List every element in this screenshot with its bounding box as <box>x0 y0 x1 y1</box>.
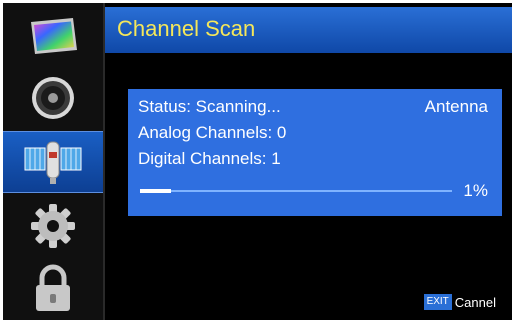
speaker-icon <box>32 77 74 119</box>
sidebar-item-setup[interactable] <box>3 195 103 257</box>
sidebar-item-channel[interactable] <box>3 131 103 193</box>
page-title: Channel Scan <box>117 16 256 41</box>
scan-progress-bar <box>140 189 452 193</box>
header-bar: Channel Scan <box>105 7 512 53</box>
digital-channels-text: Digital Channels: 1 <box>138 149 281 168</box>
sidebar-item-lock[interactable] <box>3 257 103 319</box>
exit-hint[interactable]: EXIT Cannel <box>423 294 496 310</box>
scan-status-panel: Status: Scanning... Antenna Analog Chann… <box>128 89 502 216</box>
sidebar-item-sound[interactable] <box>3 67 103 129</box>
gear-icon <box>31 204 75 248</box>
satellite-icon <box>24 141 82 184</box>
scan-source-label: Antenna <box>424 97 488 116</box>
sidebar-item-picture[interactable] <box>3 5 103 67</box>
exit-hint-label: Cannel <box>454 294 496 310</box>
sidebar <box>3 3 103 320</box>
exit-key-badge: EXIT <box>423 294 452 310</box>
osd-frame: Channel Scan Status: Scanning... Antenna… <box>3 3 512 320</box>
scan-progress-fill <box>140 189 172 193</box>
analog-channels-text: Analog Channels: 0 <box>138 123 287 142</box>
lock-icon <box>36 264 70 311</box>
picture-icon <box>31 18 77 54</box>
scan-status-text: Status: Scanning... <box>138 97 281 116</box>
scan-progress-percent: 1% <box>463 181 488 200</box>
